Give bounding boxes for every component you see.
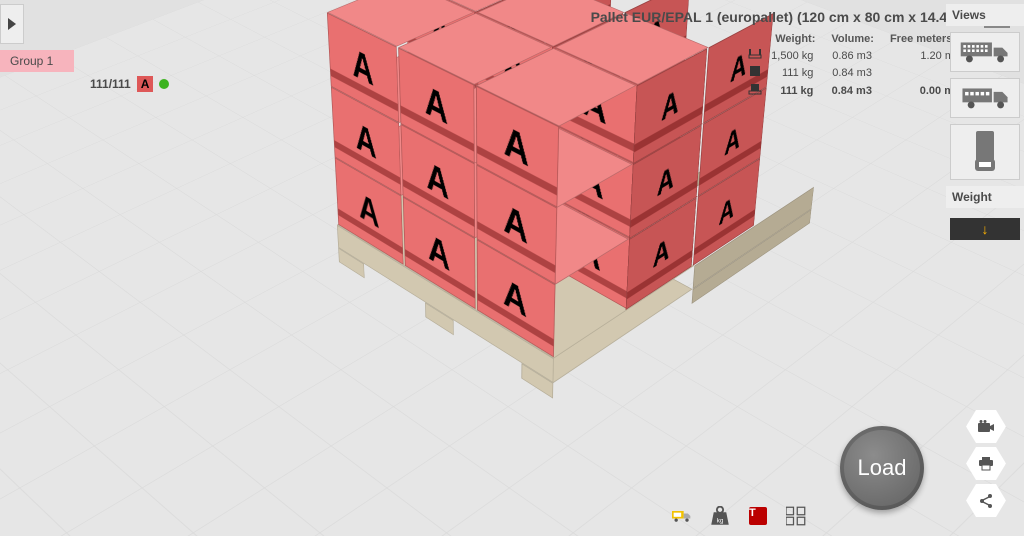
stats-row-capacity: 1,500 kg 0.86 m3 1.20 m [745, 48, 966, 63]
camera-button[interactable] [966, 409, 1006, 444]
weight-indicator[interactable]: ↓ [950, 218, 1020, 240]
load-button[interactable]: Load [840, 426, 924, 510]
layout-grid-icon [786, 506, 806, 526]
truck-top-icon [970, 129, 1000, 175]
right-panel: Views Weight ↓ [946, 4, 1024, 244]
tool-weight-button[interactable]: kg [708, 504, 732, 528]
view-truck-rear-button[interactable] [950, 78, 1020, 118]
view-truck-side-button[interactable] [950, 32, 1020, 72]
stats-row-cargo: 111 kg 0.84 m3 [745, 65, 966, 80]
camera-icon [977, 420, 995, 434]
pallet-loaded-icon [745, 82, 765, 99]
group-badge[interactable]: A [137, 76, 154, 92]
tool-truck-button[interactable] [670, 504, 694, 528]
stats-table: Weight: Volume: Free meters: 1,500 kg 0.… [743, 30, 968, 101]
printer-icon [978, 457, 994, 471]
truck-rear-icon [959, 84, 1011, 112]
group-count: 111/111 [90, 77, 131, 91]
left-sidebar: Group 1 111/111 A [0, 4, 169, 92]
truck-small-icon [672, 506, 692, 526]
tool-layout-button[interactable] [784, 504, 808, 528]
status-ok-icon [159, 79, 169, 89]
weight-kg-icon: kg [710, 506, 730, 526]
pallet-empty-icon [745, 48, 765, 63]
group-tab[interactable]: Group 1 [0, 50, 74, 72]
weight-arrow-icon: ↓ [982, 221, 989, 237]
view-top-button[interactable] [950, 124, 1020, 180]
hex-button-column [966, 409, 1006, 518]
triangle-right-icon [8, 18, 16, 30]
print-button[interactable] [966, 446, 1006, 481]
box-solid-icon [745, 65, 765, 80]
expand-sidebar-button[interactable] [0, 4, 24, 44]
stats-header-row: Weight: Volume: Free meters: [745, 32, 966, 46]
truck-side-icon [959, 38, 1011, 66]
svg-text:kg: kg [717, 517, 724, 524]
tool-label-button[interactable]: T [746, 504, 770, 528]
stats-row-total: 111 kg 0.84 m3 0.00 m [745, 82, 966, 99]
col-weight: Weight: [767, 32, 825, 46]
share-icon [978, 493, 994, 509]
group-count-row: 111/111 A [0, 76, 169, 92]
label-t-icon: T [749, 507, 767, 525]
share-button[interactable] [966, 483, 1006, 518]
views-label: Views [946, 4, 1024, 26]
col-volume: Volume: [827, 32, 884, 46]
bottom-toolbar: kg T [670, 504, 808, 528]
weight-label: Weight [946, 186, 1024, 208]
